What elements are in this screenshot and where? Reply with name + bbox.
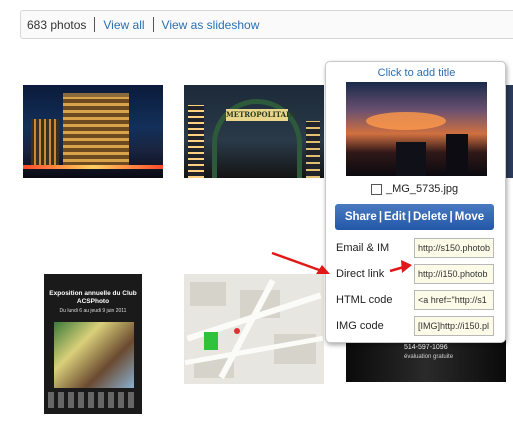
- building-main: [63, 93, 129, 169]
- map-park: [204, 332, 218, 350]
- share-row-img: IMG code [IMG]http://i150.pl: [336, 316, 504, 336]
- share-button[interactable]: Share: [344, 211, 378, 223]
- divider: |: [407, 211, 411, 223]
- move-button[interactable]: Move: [454, 211, 485, 223]
- filename-label: _MG_5735.jpg: [386, 183, 459, 195]
- evaluation-text: évaluation gratuite: [404, 354, 454, 360]
- photo-preview[interactable]: [346, 82, 487, 176]
- photo-thumbnail-building[interactable]: [23, 85, 163, 178]
- img-code-label: IMG code: [336, 320, 384, 332]
- metro-sign: METROPOLITAIN: [226, 109, 296, 121]
- divider: |: [449, 211, 453, 223]
- sunset-cloud: [366, 112, 446, 130]
- arrow-to-direct-link-label-icon: [271, 251, 330, 274]
- share-row-direct: Direct link http://i150.photob: [336, 264, 504, 284]
- separator: [152, 17, 154, 32]
- filename-row: _MG_5735.jpg: [371, 183, 458, 195]
- share-row-html: HTML code <a href="http://s1: [336, 290, 504, 310]
- html-code-field[interactable]: <a href="http://s1: [414, 290, 494, 310]
- photo-thumbnail-poster[interactable]: Exposition annuelle du Club ACSPhoto Du …: [44, 274, 142, 414]
- phone-text: 514-597-1096: [404, 344, 448, 351]
- silhouette-building: [446, 134, 468, 176]
- html-code-label: HTML code: [336, 294, 393, 306]
- direct-link-label: Direct link: [336, 268, 385, 280]
- separator: [94, 17, 96, 32]
- poster-subtitle: Du lundi 6 au jeudi 9 juin 2011: [59, 308, 127, 314]
- poster-footer: [48, 392, 138, 408]
- tower-left: [188, 105, 204, 178]
- photo-toolbar: 683 photos View all View as slideshow: [20, 10, 513, 39]
- add-title-link[interactable]: Click to add title: [326, 67, 507, 79]
- divider: |: [378, 211, 383, 223]
- view-slideshow-link[interactable]: View as slideshow: [162, 18, 260, 32]
- photo-thumbnail-metro[interactable]: METROPOLITAIN: [184, 85, 324, 178]
- action-bar: Share | Edit | Delete | Move: [335, 204, 494, 230]
- img-code-field[interactable]: [IMG]http://i150.pl: [414, 316, 494, 336]
- edit-button[interactable]: Edit: [383, 211, 407, 223]
- photo-count: 683 photos: [27, 17, 87, 32]
- street-lights: [23, 165, 163, 169]
- building-left: [31, 119, 59, 169]
- poster-title: Exposition annuelle du Club ACSPhoto: [49, 290, 137, 305]
- email-im-label: Email & IM: [336, 242, 390, 254]
- silhouette-building: [396, 142, 426, 176]
- tower-right: [306, 121, 320, 178]
- email-im-field[interactable]: http://s150.photob: [414, 238, 494, 258]
- select-checkbox[interactable]: [371, 183, 382, 195]
- photo-thumbnail-map[interactable]: [184, 274, 324, 384]
- delete-button[interactable]: Delete: [412, 211, 449, 223]
- direct-link-field[interactable]: http://i150.photob: [414, 264, 494, 284]
- map-pin-icon: [234, 328, 240, 334]
- photo-thumbnail-dark[interactable]: 514-597-1096 évaluation gratuite: [346, 340, 506, 382]
- share-row-email: Email & IM http://s150.photob: [336, 238, 504, 258]
- poster-photos: [54, 322, 134, 388]
- map-block: [190, 282, 226, 306]
- view-all-link[interactable]: View all: [103, 18, 144, 32]
- photo-detail-popup: Click to add title _MG_5735.jpg Share | …: [325, 61, 506, 343]
